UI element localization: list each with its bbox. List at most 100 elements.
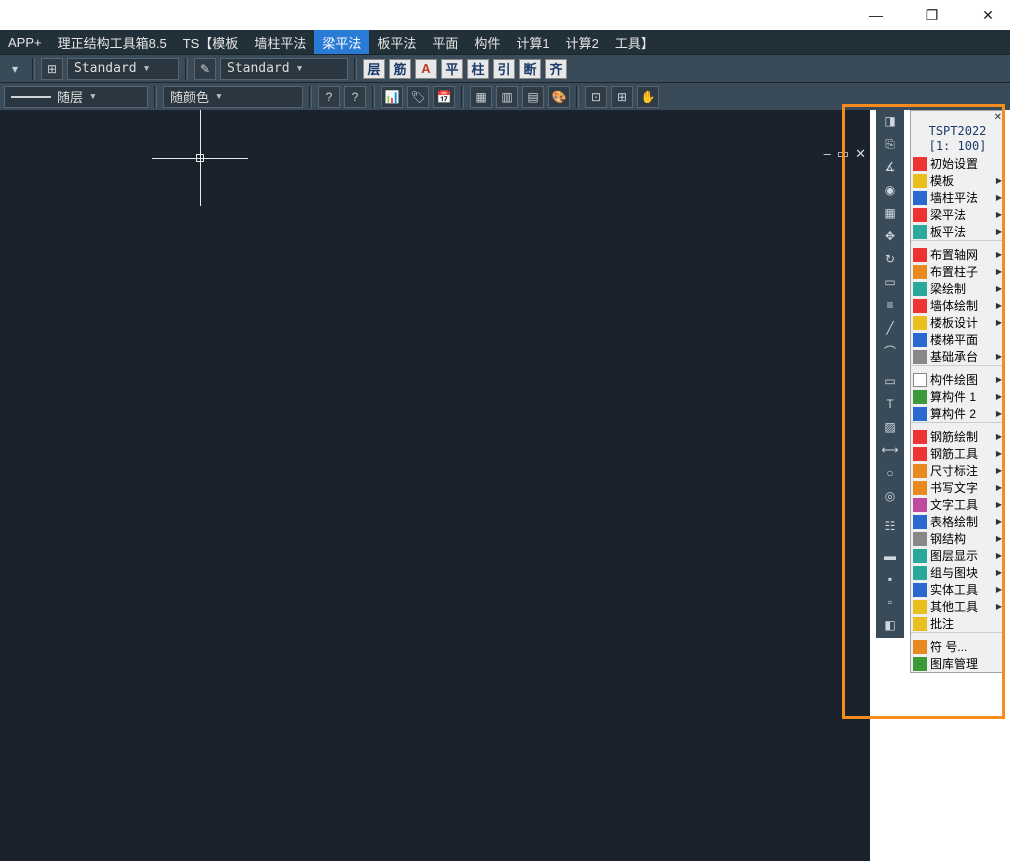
eraser-icon[interactable]: ◨ [878,110,902,132]
palette-item-d-9[interactable]: 实体工具▶ [911,581,1004,598]
palette-item-d-7[interactable]: 图层显示▶ [911,547,1004,564]
text-style-icon[interactable]: ✎ [194,58,216,80]
palette-group-2: 布置轴网▶布置柱子▶梁绘制▶墙体绘制▶楼板设计▶楼梯平面基础承台▶ [911,246,1004,365]
toolbar-dropdown-icon[interactable]: ▾ [4,58,26,80]
window2-icon[interactable]: ▥ [496,86,518,108]
menu-wall-column[interactable]: 墙柱平法 [246,30,314,54]
help2-icon[interactable]: ? [344,86,366,108]
measure-icon[interactable]: ∡ [878,156,902,178]
copy-icon[interactable]: ⎘ [878,133,902,155]
zoom-win-icon[interactable]: ⊞ [611,86,633,108]
palette-item-b-4[interactable]: 楼板设计▶ [911,314,1004,331]
palette-item-a-4[interactable]: 板平法▶ [911,223,1004,240]
palette-item-d-8[interactable]: 组与图块▶ [911,564,1004,581]
circle-icon[interactable]: ○ [878,462,902,484]
rotate-icon[interactable]: ↻ [878,248,902,270]
frame-icon[interactable]: ▭ [878,271,902,293]
palette-item-d-6[interactable]: 钢结构▶ [911,530,1004,547]
tool-a[interactable]: A [415,59,437,79]
grid-icon[interactable]: ▦ [878,202,902,224]
palette-item-a-3[interactable]: 梁平法▶ [911,206,1004,223]
palette-item-b-2[interactable]: 梁绘制▶ [911,280,1004,297]
dim-icon[interactable]: ⟷ [878,439,902,461]
stack2-icon[interactable]: ▪ [878,568,902,590]
tool-qi[interactable]: 齐 [545,59,567,79]
palette-item-d-0[interactable]: 钢筋绘制▶ [911,428,1004,445]
menu-member[interactable]: 构件 [466,30,508,54]
text-icon[interactable]: T [878,393,902,415]
palette-icon[interactable]: 🎨 [548,86,570,108]
viewport-close-icon[interactable]: ✕ [855,146,866,162]
stack1-icon[interactable]: ▬ [878,545,902,567]
tool-ping[interactable]: 平 [441,59,463,79]
layers-icon[interactable]: ≡ [878,294,902,316]
palette-item-a-0[interactable]: 初始设置 [911,155,1004,172]
stack4-icon[interactable]: ◧ [878,614,902,636]
palette-item-e-1[interactable]: 图库管理 [911,655,1004,672]
viewport-max-icon[interactable]: ▭ [837,146,849,162]
menu-toolbox[interactable]: 理正结构工具箱8.5 [50,30,175,54]
menu-ts-template[interactable]: TS【模板 [175,30,247,54]
tag-icon[interactable]: 🏷 [407,86,429,108]
menu-beam[interactable]: 梁平法 [314,30,369,54]
palette-item-a-2[interactable]: 墙柱平法▶ [911,189,1004,206]
menu-calc2[interactable]: 计算2 [558,30,607,54]
color-wheel-icon[interactable]: ◉ [878,179,902,201]
palette-item-d-3[interactable]: 书写文字▶ [911,479,1004,496]
palette-item-d-10[interactable]: 其他工具▶ [911,598,1004,615]
help1-icon[interactable]: ? [318,86,340,108]
palette-item-b-1[interactable]: 布置柱子▶ [911,263,1004,280]
tool-jin[interactable]: 筋 [389,59,411,79]
zoom-ext-icon[interactable]: ⊡ [585,86,607,108]
maximize-button[interactable]: ❐ [918,1,946,29]
props-icon[interactable]: ☷ [878,515,902,537]
menu-slab[interactable]: 板平法 [369,30,424,54]
close-button[interactable]: ✕ [974,1,1002,29]
tool-yin[interactable]: 引 [493,59,515,79]
palette-item-d-2[interactable]: 尺寸标注▶ [911,462,1004,479]
viewport-min-icon[interactable]: – [824,146,831,162]
palette-item-b-5[interactable]: 楼梯平面 [911,331,1004,348]
palette-item-d-1[interactable]: 钢筋工具▶ [911,445,1004,462]
palette-item-d-5[interactable]: 表格绘制▶ [911,513,1004,530]
palette-item-b-3[interactable]: 墙体绘制▶ [911,297,1004,314]
palette-item-b-6[interactable]: 基础承台▶ [911,348,1004,365]
hatch-icon[interactable]: ▨ [878,416,902,438]
stack3-icon[interactable]: ▫ [878,591,902,613]
menu-calc1[interactable]: 计算1 [508,30,557,54]
palette-item-c-1[interactable]: 算构件 1▶ [911,388,1004,405]
calendar-icon[interactable]: 📅 [433,86,455,108]
minimize-button[interactable]: — [862,1,890,29]
palette-item-a-1[interactable]: 模板▶ [911,172,1004,189]
menu-app[interactable]: APP+ [0,30,50,54]
color-dropdown[interactable]: 随颜色 ▾ [163,86,303,108]
move-icon[interactable]: ✥ [878,225,902,247]
window3-icon[interactable]: ▤ [522,86,544,108]
text-style-dropdown[interactable]: Standard▾ [220,58,348,80]
window1-icon[interactable]: ▦ [470,86,492,108]
arc-icon[interactable]: ⌒ [878,340,902,362]
palette-item-b-0[interactable]: 布置轴网▶ [911,246,1004,263]
pan-icon[interactable]: ✋ [637,86,659,108]
tool-ceng[interactable]: 层 [363,59,385,79]
palette-close-icon[interactable]: ✕ [994,112,1002,123]
palette-item-e-0[interactable]: 符 号... [911,638,1004,655]
tool-duan[interactable]: 断 [519,59,541,79]
dim-style-icon[interactable]: ⊞ [41,58,63,80]
palette-item-d-11[interactable]: 批注 [911,615,1004,632]
chart-icon[interactable]: 📊 [381,86,403,108]
menu-tools[interactable]: 工具】 [607,30,662,54]
palette-item-c-2[interactable]: 算构件 2▶ [911,405,1004,422]
dim-style-dropdown[interactable]: Standard▾ [67,58,179,80]
menu-plan[interactable]: 平面 [424,30,466,54]
rect-icon[interactable]: ▭ [878,370,902,392]
drawing-canvas[interactable]: – ▭ ✕ [0,110,870,861]
palette-item-icon [913,390,927,404]
line-icon[interactable]: ╱ [878,317,902,339]
palette-item-d-4[interactable]: 文字工具▶ [911,496,1004,513]
target-icon[interactable]: ◎ [878,485,902,507]
palette-item-c-0[interactable]: 构件绘图▶ [911,371,1004,388]
tool-zhu[interactable]: 柱 [467,59,489,79]
layer-dropdown[interactable]: 随层 ▾ [4,86,148,108]
palette-item-label: 梁绘制 [930,280,993,297]
